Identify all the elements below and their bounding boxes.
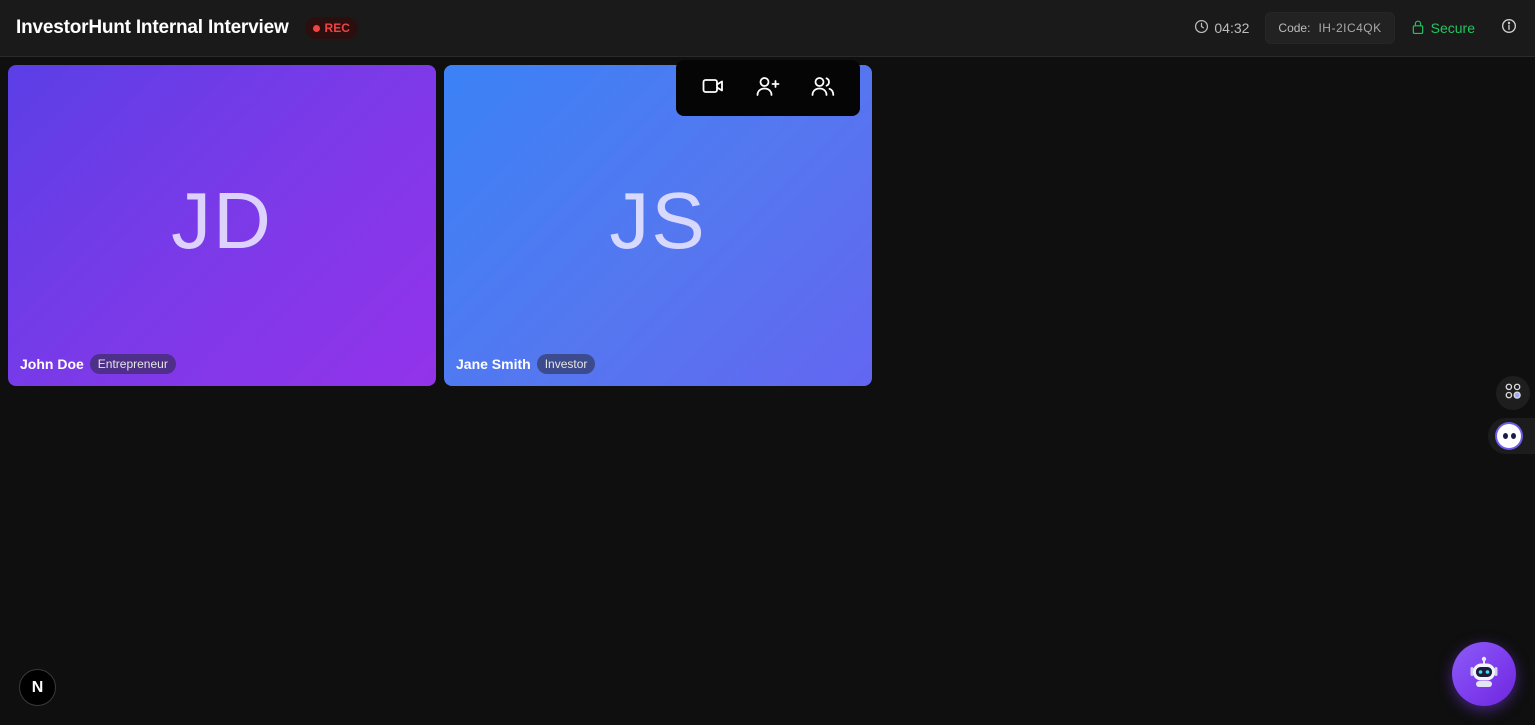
top-bar: InvestorHunt Internal Interview REC 04:3… (0, 0, 1535, 57)
meeting-title: InvestorHunt Internal Interview (16, 17, 289, 38)
floating-toolbar (676, 60, 860, 116)
add-user-icon (755, 74, 781, 103)
recording-dot-icon (312, 24, 320, 32)
apps-button[interactable] (1496, 376, 1530, 410)
participant-tile[interactable]: JD John Doe Entrepreneur (8, 65, 436, 386)
code-value: IH-2IC4QK (1318, 21, 1382, 35)
assistant-button[interactable] (1452, 642, 1516, 706)
participant-role-badge: Investor (536, 354, 596, 374)
meeting-code[interactable]: Code: IH-2IC4QK (1265, 12, 1395, 44)
apps-icon (1504, 382, 1522, 405)
robot-icon (1464, 652, 1504, 697)
participant-name: John Doe (20, 356, 84, 372)
video-camera-icon (701, 74, 725, 103)
participant-initials: JS (609, 176, 707, 265)
bot-side-button[interactable] (1488, 418, 1535, 454)
lock-icon (1411, 19, 1425, 38)
secure-indicator: Secure (1411, 19, 1475, 38)
secure-label: Secure (1430, 20, 1475, 36)
meeting-timer: 04:32 (1194, 19, 1249, 37)
video-camera-button[interactable] (695, 70, 731, 106)
participant-nameplate: John Doe Entrepreneur (20, 354, 176, 374)
recording-badge: REC (304, 17, 358, 39)
code-label: Code: (1278, 21, 1311, 35)
participant-name: Jane Smith (456, 356, 531, 372)
participants-button[interactable] (805, 70, 841, 106)
recording-label: REC (324, 21, 350, 35)
users-icon (810, 74, 836, 103)
clock-icon (1194, 19, 1209, 37)
n-badge-letter: N (31, 678, 44, 696)
top-bar-right: 04:32 Code: IH-2IC4QK Secure (1194, 12, 1519, 44)
n-badge-button[interactable]: N (19, 669, 56, 706)
timer-value: 04:32 (1214, 20, 1250, 36)
bot-icon (1497, 424, 1521, 448)
participant-role-badge: Entrepreneur (89, 354, 176, 374)
participant-nameplate: Jane Smith Investor (456, 354, 596, 374)
info-button[interactable] (1499, 18, 1519, 38)
participant-initials: JD (171, 176, 273, 265)
info-icon (1501, 18, 1517, 39)
add-participant-button[interactable] (750, 70, 786, 106)
